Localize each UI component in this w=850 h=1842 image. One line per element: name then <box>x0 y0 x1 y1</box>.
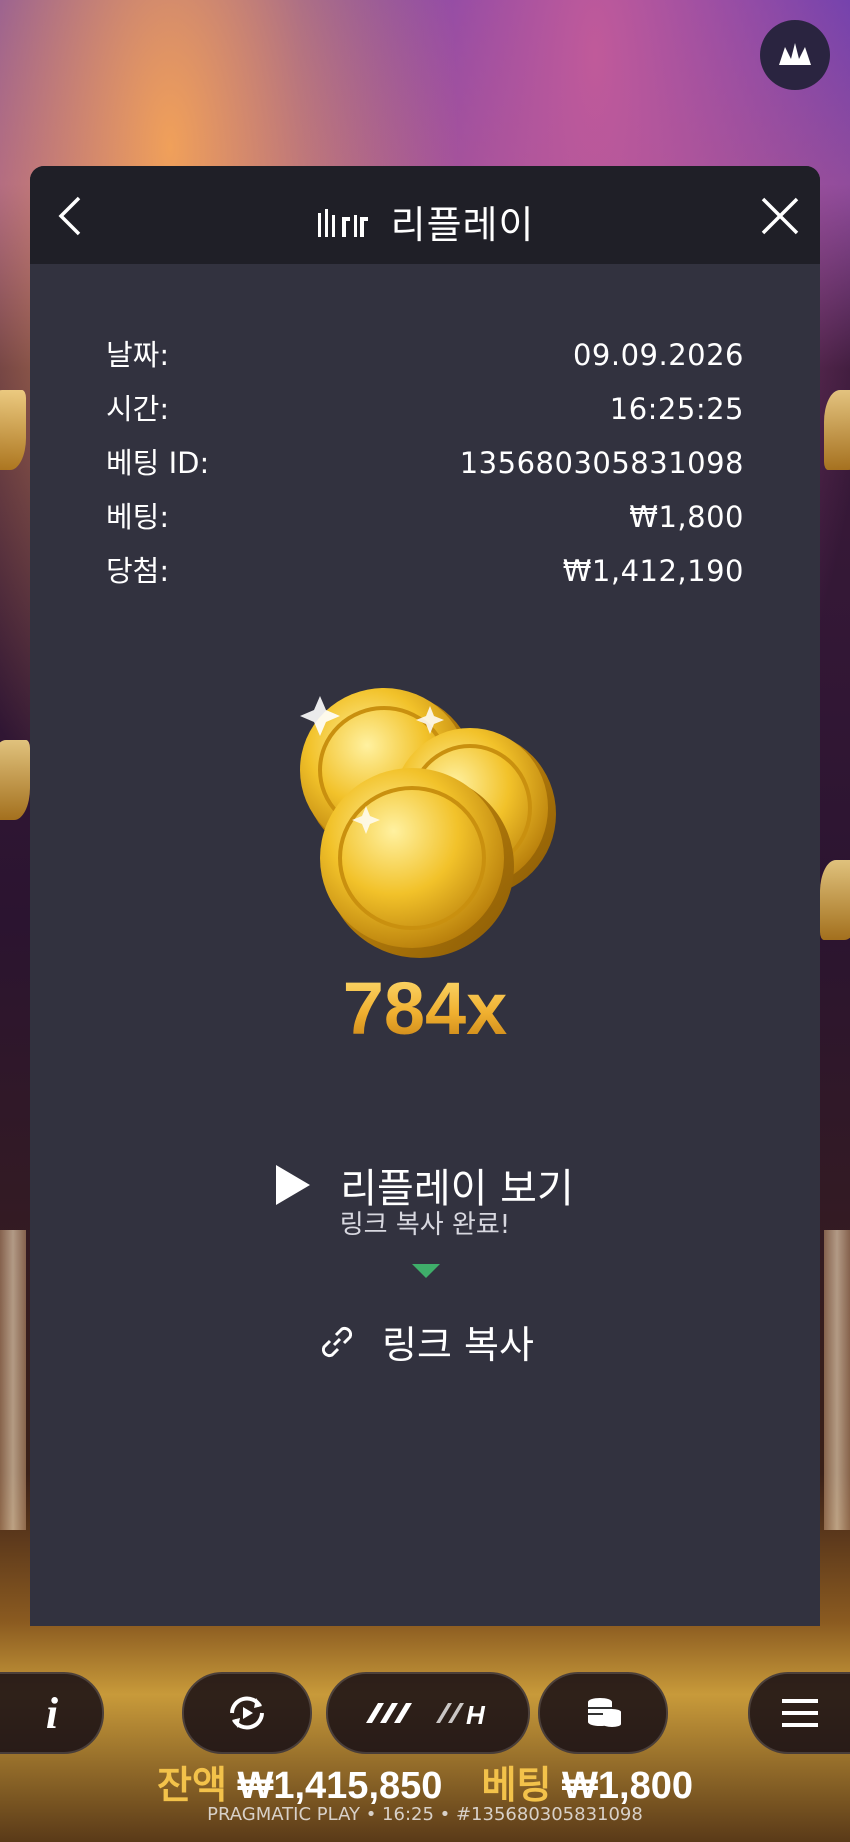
background-pillar <box>0 1230 26 1530</box>
gold-coins-icon <box>300 688 556 958</box>
gold-ornament <box>820 860 850 940</box>
bet-settings-button[interactable] <box>538 1672 668 1754</box>
info-value: ₩1,412,190 <box>562 554 744 588</box>
gold-ornament <box>0 390 26 470</box>
autoplay-button[interactable] <box>182 1672 312 1754</box>
link-copied-toast: 링크 복사 완료! <box>339 1210 511 1240</box>
close-button[interactable] <box>750 188 810 244</box>
bet-label: 베팅 <box>481 1765 552 1807</box>
balance-line: 잔액 ₩1,415,850 베팅 ₩1,800 <box>0 1754 850 1809</box>
info-row-bet-id: 베팅 ID: 135680305831098 <box>106 436 744 490</box>
modal-title-text: 리플레이 <box>390 203 535 247</box>
info-row-win: 당첨: ₩1,412,190 <box>106 544 744 598</box>
info-icon: i <box>45 1688 59 1738</box>
info-label: 날짜: <box>106 338 170 372</box>
info-label: 당첨: <box>106 554 170 588</box>
win-multiplier: 784x <box>30 966 820 1051</box>
svg-text:H: H <box>466 1700 486 1730</box>
hamburger-menu-icon <box>782 1699 818 1727</box>
modal-header: 리플레이 <box>30 166 820 264</box>
link-icon <box>322 1326 353 1357</box>
info-row-date: 날짜: 09.09.2026 <box>106 328 744 382</box>
bet-info-list: 날짜: 09.09.2026 시간: 16:25:25 베팅 ID: 13568… <box>106 328 744 598</box>
turbo-spin-button[interactable]: H <box>326 1672 530 1754</box>
balance-value: ₩1,415,850 <box>237 1765 443 1807</box>
info-button[interactable]: i <box>0 1672 104 1754</box>
toast-arrow <box>412 1264 440 1278</box>
info-label: 시간: <box>106 392 170 426</box>
coins-stack-icon <box>588 1698 621 1727</box>
turbo-spin-icon: H <box>366 1700 486 1730</box>
provider-footer: PRAGMATIC PLAY • 16:25 • #13568030583109… <box>207 1804 643 1825</box>
game-control-bar: i H <box>0 1672 850 1754</box>
close-icon <box>761 197 799 235</box>
replay-modal: 리플레이 날짜: 09.09.2026 시간: 16:25:25 베팅 ID: … <box>30 166 820 1626</box>
copy-link-label: 링크 복사 <box>382 1323 534 1367</box>
gold-ornament <box>824 390 850 470</box>
info-value: ₩1,800 <box>629 500 744 534</box>
info-value: 09.09.2026 <box>572 338 744 372</box>
play-icon <box>276 1165 311 1205</box>
info-row-time: 시간: 16:25:25 <box>106 382 744 436</box>
modal-title: 리플레이 <box>30 194 820 249</box>
balance-label: 잔액 <box>157 1765 227 1807</box>
info-value: 16:25:25 <box>609 392 744 426</box>
provider-crown-icon[interactable] <box>760 20 830 90</box>
info-value: 135680305831098 <box>459 446 744 480</box>
info-row-bet: 베팅: ₩1,800 <box>106 490 744 544</box>
replay-logo-icon <box>317 208 368 237</box>
background-pillar <box>824 1230 850 1530</box>
autoplay-icon <box>230 1696 264 1730</box>
copy-link-button[interactable]: 링크 복사 <box>30 1314 820 1369</box>
info-label: 베팅: <box>106 500 170 534</box>
gold-ornament <box>0 740 30 820</box>
menu-button[interactable] <box>748 1672 850 1754</box>
info-label: 베팅 ID: <box>106 446 210 480</box>
bet-value: ₩1,800 <box>562 1765 693 1807</box>
